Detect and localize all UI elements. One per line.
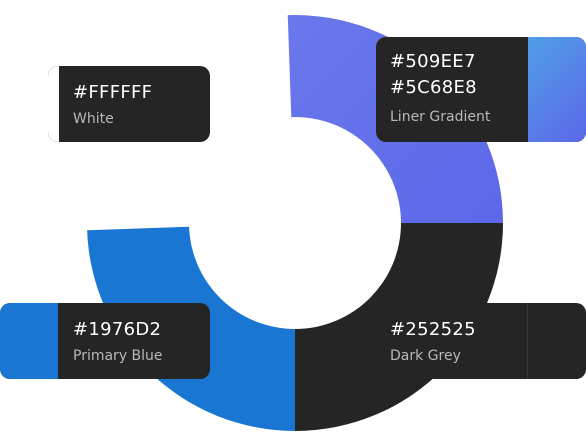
hex-code-gradient-end: #5C68E8 (390, 77, 477, 98)
hex-code-primary-blue: #1976D2 (73, 319, 162, 340)
hex-code-white: #FFFFFF (73, 82, 153, 103)
color-card-primary-blue: #1976D2 Primary Blue (0, 303, 210, 379)
color-card-dark-grey: #252525 Dark Grey (376, 303, 586, 379)
color-name-primary-blue: Primary Blue (73, 348, 163, 364)
color-name-white: White (73, 111, 114, 127)
color-swatch-primary-blue (0, 303, 58, 379)
color-name-dark-grey: Dark Grey (390, 348, 461, 364)
color-swatch-gradient (528, 37, 586, 142)
hex-code-gradient-start: #509EE7 (390, 51, 476, 72)
color-card-gradient: #509EE7 #5C68E8 Liner Gradient (376, 37, 586, 142)
color-swatch-white (48, 66, 59, 142)
color-swatch-dark-grey (527, 303, 586, 379)
hex-code-dark-grey: #252525 (390, 319, 476, 340)
color-name-gradient: Liner Gradient (390, 109, 491, 125)
color-card-white: #FFFFFF White (48, 66, 210, 142)
